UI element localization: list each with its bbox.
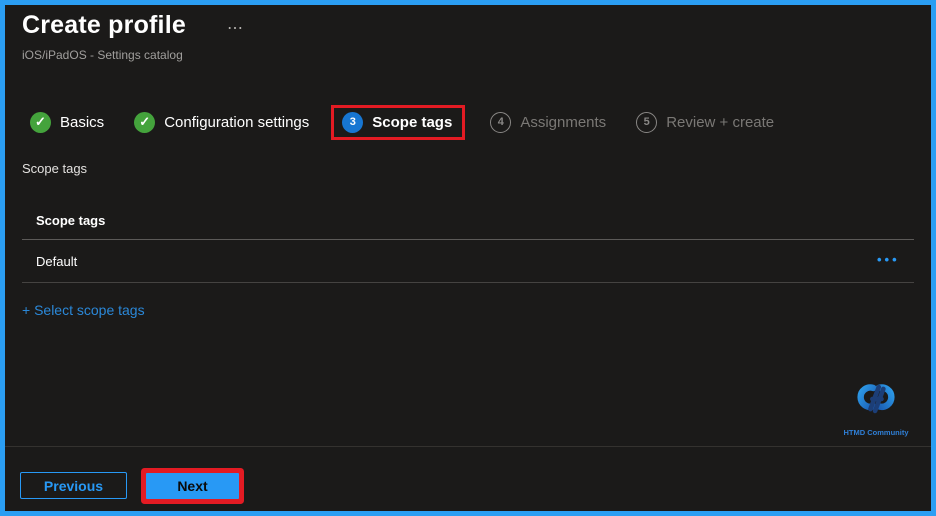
select-scope-tags-link[interactable]: + Select scope tags bbox=[22, 302, 145, 318]
htmd-community-label: HTMD Community bbox=[843, 428, 909, 437]
step-label: Review + create bbox=[666, 113, 775, 131]
wizard-steps: ✓ Basics ✓ Configuration settings 3 Scop… bbox=[22, 103, 774, 141]
step-assignments[interactable]: 4 Assignments bbox=[490, 111, 607, 133]
more-options-icon[interactable]: ⋯ bbox=[227, 18, 245, 38]
check-icon: ✓ bbox=[134, 111, 156, 133]
step-configuration-settings[interactable]: ✓ Configuration settings bbox=[134, 111, 310, 133]
step-basics[interactable]: ✓ Basics bbox=[30, 111, 105, 133]
create-profile-blade: Create profile ⋯ iOS/iPadOS - Settings c… bbox=[0, 0, 936, 516]
table-header-divider bbox=[22, 239, 914, 240]
htmd-community-logo: HTMD Community bbox=[843, 376, 909, 437]
step-label: Basics bbox=[60, 113, 105, 131]
step-label: Configuration settings bbox=[164, 113, 310, 131]
table-row-scope-tag-default: Default bbox=[36, 254, 78, 269]
step-scope-tags-highlighted[interactable]: 3 Scope tags bbox=[331, 104, 466, 140]
step-review-create[interactable]: 5 Review + create bbox=[636, 111, 775, 133]
page-subtitle: iOS/iPadOS - Settings catalog bbox=[22, 48, 183, 62]
page-title: Create profile bbox=[22, 11, 186, 39]
step-number-icon: 5 bbox=[636, 111, 658, 133]
check-icon: ✓ bbox=[30, 111, 51, 133]
row-context-menu-icon[interactable]: ••• bbox=[877, 252, 900, 267]
step-number-icon: 4 bbox=[490, 111, 512, 133]
table-column-header: Scope tags bbox=[36, 213, 106, 228]
step-label: Scope tags bbox=[372, 113, 453, 131]
table-row-divider bbox=[22, 282, 914, 283]
step-number-icon: 3 bbox=[342, 111, 364, 133]
footer-divider bbox=[5, 446, 931, 447]
section-label: Scope tags bbox=[22, 161, 88, 176]
step-label: Assignments bbox=[520, 113, 607, 131]
previous-button[interactable]: Previous bbox=[20, 472, 127, 499]
next-button-highlighted[interactable]: Next bbox=[146, 473, 239, 499]
htmd-logo-icon bbox=[857, 384, 895, 414]
